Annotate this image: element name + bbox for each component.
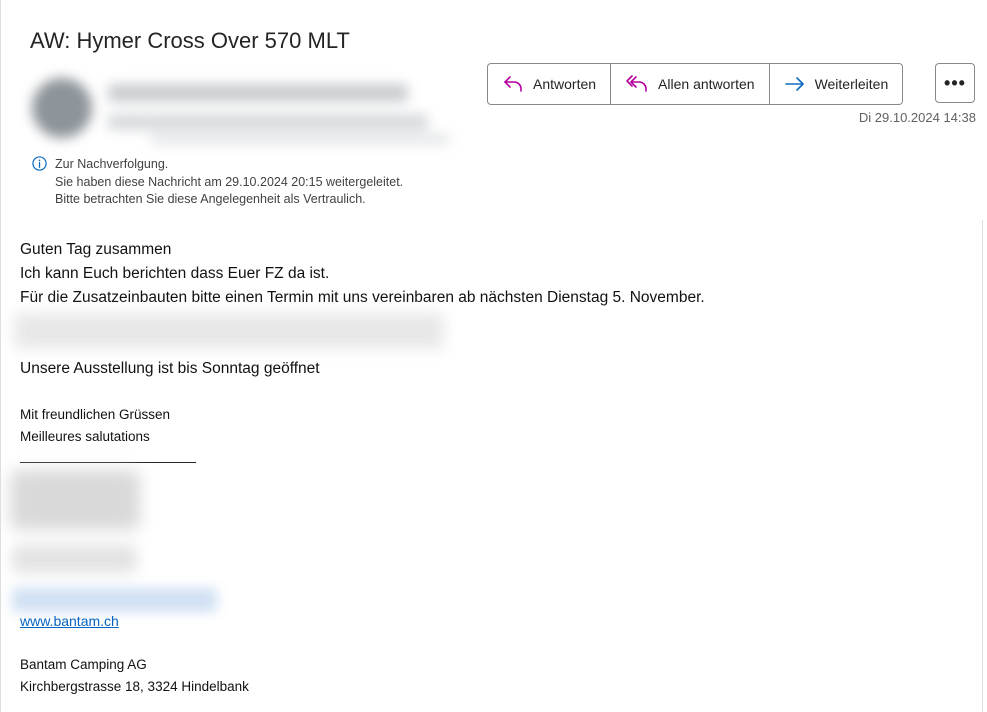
reply-button[interactable]: Antworten — [488, 64, 610, 104]
reply-all-icon — [626, 75, 647, 92]
received-date: Di 29.10.2024 14:38 — [858, 110, 976, 125]
greeting: Guten Tag zusammen — [20, 241, 172, 258]
body-line: Ich kann Euch berichten dass Euer FZ da … — [20, 265, 330, 282]
sender-block-redacted — [20, 72, 458, 150]
company-address: Bantam Camping AG Kirchbergstrasse 18, 3… — [20, 654, 249, 698]
redacted-signature-role — [12, 545, 137, 573]
forward-arrow-icon — [784, 77, 804, 91]
follow-up-info: Zur Nachverfolgung. Sie haben diese Nach… — [32, 156, 403, 209]
redacted-line — [14, 313, 444, 349]
regards-german: Mit freundlichen Grüssen — [20, 407, 171, 422]
regards-french: Meilleures salutations — [20, 429, 150, 444]
reply-label: Antworten — [533, 76, 597, 92]
more-options-button[interactable]: ••• — [935, 63, 975, 103]
avatar — [32, 78, 92, 138]
reply-icon — [504, 76, 522, 92]
forward-label: Weiterleiten — [814, 76, 889, 92]
body-line: Unsere Ausstellung ist bis Sonntag geöff… — [20, 360, 320, 377]
redacted-signature-email — [12, 588, 217, 612]
closing-regards: Mit freundlichen Grüssen Meilleures salu… — [20, 404, 170, 448]
info-line-forwarded: Sie haben diese Nachricht am 29.10.2024 … — [55, 174, 404, 189]
company-name: Bantam Camping AG — [20, 657, 147, 672]
forward-button[interactable]: Weiterleiten — [768, 64, 903, 104]
signature-divider — [20, 462, 196, 463]
reply-all-button[interactable]: Allen antworten — [610, 64, 769, 104]
left-divider — [0, 0, 1, 712]
email-body: Guten Tag zusammen Ich kann Euch bericht… — [20, 238, 705, 310]
street-address: Kirchbergstrasse 18, 3324 Hindelbank — [20, 679, 249, 694]
message-actions: Antworten Allen antworten Weiterleiten — [487, 63, 904, 105]
info-line-confidential: Bitte betrachten Sie diese Angelegenheit… — [55, 192, 366, 206]
redacted-signature-name — [10, 470, 140, 530]
info-icon — [32, 156, 47, 171]
right-divider — [982, 220, 983, 712]
reply-all-label: Allen antworten — [658, 76, 755, 92]
info-line-follow-up: Zur Nachverfolgung. — [55, 157, 169, 171]
email-subject: AW: Hymer Cross Over 570 MLT — [30, 28, 350, 53]
website-link[interactable]: www.bantam.ch — [20, 613, 119, 629]
body-line: Für die Zusatzeinbauten bitte einen Term… — [20, 289, 705, 306]
